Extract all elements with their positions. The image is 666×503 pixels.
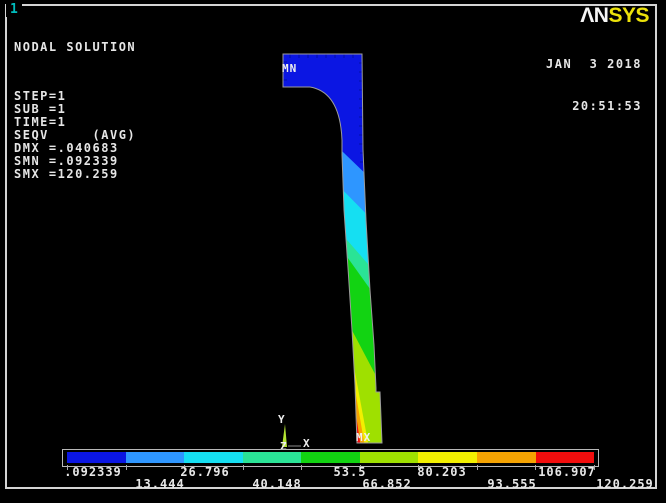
window-number-label: 1	[6, 2, 22, 17]
ansys-logo: ΛNSYS	[580, 4, 649, 28]
ansys-logo-white-part: ΛN	[580, 4, 608, 27]
solution-info-block: NODAL SOLUTION STEP=1SUB =1TIME=1SEQV (A…	[14, 15, 136, 207]
legend-value-label: 80.203	[417, 465, 466, 479]
y-axis-label: Y	[278, 413, 286, 426]
legend-tick	[126, 465, 127, 470]
solution-title: NODAL SOLUTION	[14, 41, 136, 54]
legend-tick	[243, 465, 244, 470]
legend-tick	[301, 465, 302, 470]
legend-color-segment	[184, 452, 243, 463]
solution-lines: STEP=1SUB =1TIME=1SEQV (AVG)DMX =.040683…	[14, 90, 136, 181]
legend-tick	[535, 465, 536, 470]
legend-tick	[477, 465, 478, 470]
ansys-graphics-window: 1 NODAL SOLUTION STEP=1SUB =1TIME=1SEQV …	[0, 0, 666, 503]
date-label: JAN 3 2018	[546, 57, 642, 71]
min-stress-marker: MN	[282, 62, 297, 75]
legend-color-bar	[67, 452, 594, 463]
legend-color-segment	[418, 452, 477, 463]
legend-color-segment	[536, 452, 595, 463]
timestamp-block: JAN 3 2018 20:51:53	[546, 29, 642, 141]
legend-value-label: .092339	[64, 465, 122, 479]
solution-info-line: SMX =120.259	[14, 168, 136, 181]
legend-value-label: 40.148	[252, 477, 301, 491]
coordinate-triad: Y X Z	[278, 413, 311, 453]
time-label: 20:51:53	[546, 99, 642, 113]
legend-value-label: 120.259	[596, 477, 654, 491]
legend-color-segment	[67, 452, 126, 463]
legend-color-segment	[243, 452, 302, 463]
legend-value-label: 66.852	[362, 477, 411, 491]
legend-color-segment	[126, 452, 185, 463]
legend-color-segment	[360, 452, 419, 463]
legend-value-label: 106.907	[538, 465, 596, 479]
ansys-logo-yellow-part: SYS	[608, 4, 649, 27]
legend-value-label: 93.555	[487, 477, 536, 491]
legend-color-segment	[477, 452, 536, 463]
legend-value-label: 13.444	[135, 477, 184, 491]
legend-color-segment	[301, 452, 360, 463]
max-stress-marker: MX	[356, 431, 371, 444]
legend-value-label: 26.796	[180, 465, 229, 479]
